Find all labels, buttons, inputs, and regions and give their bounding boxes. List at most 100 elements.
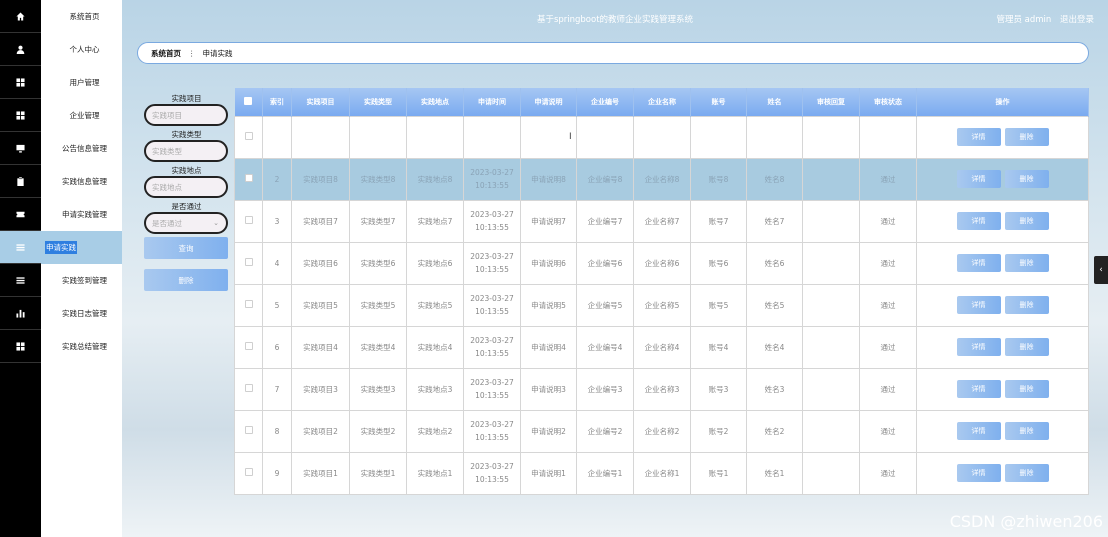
cell-account: 账号4 bbox=[690, 325, 747, 369]
row-checkbox[interactable] bbox=[244, 383, 253, 392]
cell-account: 账号5 bbox=[690, 283, 747, 327]
delete-button[interactable]: 删除 bbox=[1004, 296, 1049, 314]
row-checkbox[interactable] bbox=[244, 467, 253, 476]
sidebar-item-2[interactable]: 用户管理 bbox=[41, 66, 122, 99]
query-button[interactable]: 查询 bbox=[144, 237, 228, 259]
sidebar-item-9[interactable]: 实践日志管理 bbox=[41, 297, 122, 330]
cell-reply bbox=[802, 115, 860, 159]
user-icon[interactable] bbox=[0, 33, 41, 66]
delete-button[interactable]: 删除 bbox=[1004, 422, 1049, 440]
ticket-icon[interactable] bbox=[0, 198, 41, 231]
cell-name: 姓名5 bbox=[746, 283, 803, 327]
cell-account: 账号7 bbox=[690, 199, 747, 243]
delete-button[interactable]: 删除 bbox=[1004, 464, 1049, 482]
delete-button[interactable]: 删除 bbox=[1004, 254, 1049, 272]
home-icon[interactable] bbox=[0, 0, 41, 33]
select-all-checkbox[interactable] bbox=[244, 96, 253, 105]
row-checkbox-cell bbox=[234, 115, 263, 159]
filter-type-input[interactable]: 实践类型 bbox=[144, 140, 228, 162]
detail-button[interactable]: 详情 bbox=[956, 296, 1001, 314]
sidebar-item-10[interactable]: 实践总结管理 bbox=[41, 330, 122, 363]
cell-account bbox=[690, 115, 747, 159]
row-checkbox-cell bbox=[234, 199, 263, 243]
cell-corp_name: 企业名称2 bbox=[633, 409, 691, 453]
delete-button[interactable]: 删除 bbox=[1004, 170, 1049, 188]
actions-cell: 详情 删除 bbox=[916, 115, 1089, 159]
sidebar-item-0[interactable]: 系统首页 bbox=[41, 0, 122, 33]
table-row[interactable]: 详情 删除 bbox=[234, 115, 1089, 159]
detail-button[interactable]: 详情 bbox=[956, 338, 1001, 356]
grid-icon[interactable] bbox=[0, 66, 41, 99]
row-checkbox[interactable] bbox=[244, 257, 253, 266]
table-row[interactable]: 3 实践项目7 实践类型7 实践地点7 2023-03-27 10:13:55 申请说明7… bbox=[234, 199, 1089, 243]
grid-icon[interactable] bbox=[0, 99, 41, 132]
cell-name: 姓名2 bbox=[746, 409, 803, 453]
delete-button[interactable]: 删除 bbox=[1004, 212, 1049, 230]
column-header: 操作 bbox=[916, 88, 1089, 116]
actions-cell: 详情 删除 bbox=[916, 367, 1089, 411]
sidebar-item-3[interactable]: 企业管理 bbox=[41, 99, 122, 132]
table-row[interactable]: 2 实践项目8 实践类型8 实践地点8 2023-03-27 10:13:55 申请说明8… bbox=[234, 157, 1089, 201]
row-checkbox-cell bbox=[234, 157, 263, 201]
cell-corp_no bbox=[576, 115, 634, 159]
filter-place-input[interactable]: 实践地点 bbox=[144, 176, 228, 198]
filter-project-label: 实践项目 bbox=[171, 94, 202, 103]
table-row[interactable]: 4 实践项目6 实践类型6 实践地点6 2023-03-27 10:13:55 申请说明6… bbox=[234, 241, 1089, 285]
detail-button[interactable]: 详情 bbox=[956, 464, 1001, 482]
logout-link[interactable]: 退出登录 bbox=[1060, 15, 1094, 25]
cell-desc: 申请说明8 bbox=[520, 157, 577, 201]
monitor-icon[interactable] bbox=[0, 132, 41, 165]
cell-place: 实践地点3 bbox=[406, 367, 464, 411]
table-row[interactable]: 8 实践项目2 实践类型2 实践地点2 2023-03-27 10:13:55 申请说明2… bbox=[234, 409, 1089, 453]
detail-button[interactable]: 详情 bbox=[956, 380, 1001, 398]
detail-button[interactable]: 详情 bbox=[956, 212, 1001, 230]
delete-button[interactable]: 删除 bbox=[1004, 338, 1049, 356]
cell-reply bbox=[802, 325, 860, 369]
batch-delete-button[interactable]: 删除 bbox=[144, 269, 228, 291]
breadcrumb-current: 申请实践 bbox=[202, 48, 233, 58]
table-row[interactable]: 7 实践项目3 实践类型3 实践地点3 2023-03-27 10:13:55 申请说明3… bbox=[234, 367, 1089, 411]
sidebar-item-1[interactable]: 个人中心 bbox=[41, 33, 122, 66]
filter-project-input[interactable]: 实践项目 bbox=[144, 104, 228, 126]
row-checkbox[interactable] bbox=[244, 131, 253, 140]
row-checkbox[interactable] bbox=[244, 215, 253, 224]
detail-button[interactable]: 详情 bbox=[956, 254, 1001, 272]
cell-corp_no: 企业编号6 bbox=[576, 241, 634, 285]
sidebar-item-label: 用户管理 bbox=[69, 78, 100, 87]
list-icon[interactable] bbox=[0, 264, 41, 297]
row-checkbox-cell bbox=[234, 325, 263, 369]
delete-button[interactable]: 删除 bbox=[1004, 128, 1049, 146]
row-checkbox[interactable] bbox=[244, 425, 253, 434]
bar-chart-icon[interactable] bbox=[0, 297, 41, 330]
grid-icon[interactable] bbox=[0, 330, 41, 363]
sidebar-item-4[interactable]: 公告信息管理 bbox=[41, 132, 122, 165]
row-checkbox[interactable] bbox=[244, 341, 253, 350]
cell-place: 实践地点7 bbox=[406, 199, 464, 243]
cell-reply bbox=[802, 283, 860, 327]
table-row[interactable]: 5 实践项目5 实践类型5 实践地点5 2023-03-27 10:13:55 申请说明5… bbox=[234, 283, 1089, 327]
cell-status: 通过 bbox=[859, 451, 917, 495]
column-header: 账号 bbox=[690, 88, 747, 116]
delete-button[interactable]: 删除 bbox=[1004, 380, 1049, 398]
table-row[interactable]: 9 实践项目1 实践类型1 实践地点1 2023-03-27 10:13:55 申请说明1… bbox=[234, 451, 1089, 495]
filter-approved-value: 是否通过 bbox=[152, 218, 182, 228]
side-panel-toggle[interactable]: ‹ bbox=[1094, 256, 1108, 284]
cell-desc: 申请说明1 bbox=[520, 451, 577, 495]
row-checkbox[interactable] bbox=[244, 173, 253, 182]
filter-approved-select[interactable]: 是否通过 ⌄ bbox=[144, 212, 228, 234]
row-checkbox[interactable] bbox=[244, 299, 253, 308]
detail-button[interactable]: 详情 bbox=[956, 170, 1001, 188]
sidebar-item-8[interactable]: 实践签到管理 bbox=[41, 264, 122, 297]
detail-button[interactable]: 详情 bbox=[956, 128, 1001, 146]
cell-time: 2023-03-27 10:13:55 bbox=[463, 283, 521, 327]
breadcrumb-home[interactable]: 系统首页 bbox=[151, 48, 181, 59]
detail-button[interactable]: 详情 bbox=[956, 422, 1001, 440]
table-row[interactable]: 6 实践项目4 实践类型4 实践地点4 2023-03-27 10:13:55 申请说明4… bbox=[234, 325, 1089, 369]
clipboard-icon[interactable] bbox=[0, 165, 41, 198]
cell-place: 实践地点5 bbox=[406, 283, 464, 327]
list-icon[interactable] bbox=[0, 231, 41, 264]
cell-project: 实践项目6 bbox=[291, 241, 350, 285]
sidebar-item-7[interactable]: 申请实践 bbox=[41, 231, 122, 264]
sidebar-item-6[interactable]: 申请实践管理 bbox=[41, 198, 122, 231]
sidebar-item-5[interactable]: 实践信息管理 bbox=[41, 165, 122, 198]
